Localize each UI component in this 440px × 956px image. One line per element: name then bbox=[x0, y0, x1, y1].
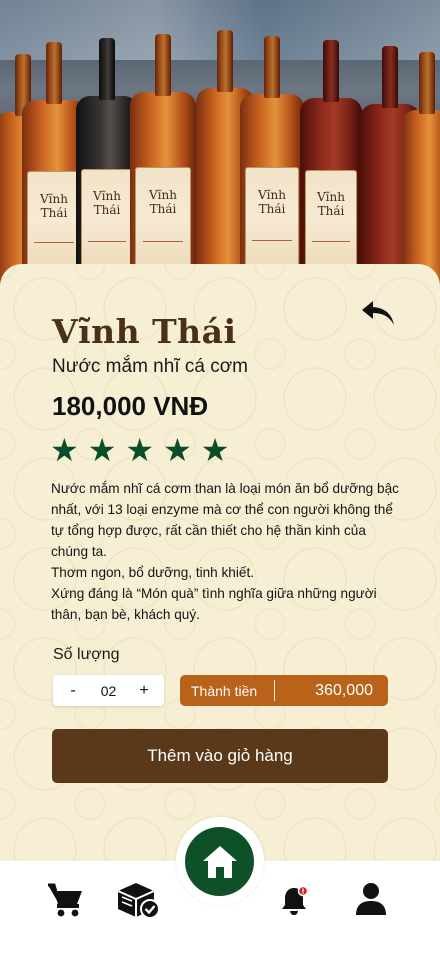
star-icon: ★ bbox=[125, 431, 155, 469]
home-icon bbox=[202, 845, 237, 878]
description-paragraph: Thơm ngon, bổ dưỡng, tinh khiết. bbox=[51, 565, 255, 580]
total-value: 360,000 bbox=[315, 681, 373, 699]
reply-arrow-icon bbox=[362, 301, 394, 325]
total-label: Thành tiền bbox=[191, 682, 258, 699]
star-icon: ★ bbox=[163, 431, 192, 469]
product-name: Nước mắm nhĩ cá cơm bbox=[52, 356, 249, 377]
quantity-stepper: - 02 + bbox=[53, 675, 164, 706]
star-icon: ★ bbox=[50, 431, 79, 469]
product-hero-image: Vĩnh Thái Vĩnh Thái Vĩnh Thái Vĩnh Thái … bbox=[0, 0, 440, 300]
brand-name: Vĩnh Thái bbox=[52, 312, 237, 351]
total-box: Thành tiền 360,000 bbox=[180, 675, 388, 706]
cart-icon[interactable] bbox=[47, 882, 85, 922]
description-paragraph: Nước mắm nhĩ cá cơm than là loại món ăn … bbox=[51, 481, 399, 559]
product-price: 180,000 VNĐ bbox=[52, 391, 209, 421]
rating-stars: ★ ★ ★ ★ ★ bbox=[50, 434, 229, 466]
notification-icon[interactable] bbox=[281, 884, 309, 920]
product-description: Nước mắm nhĩ cá cơm than là loại món ăn … bbox=[51, 478, 401, 625]
increment-button[interactable]: + bbox=[137, 682, 151, 700]
description-paragraph: Xứng đáng là “Món quà” tình nghĩa giữa n… bbox=[51, 586, 377, 622]
home-button[interactable] bbox=[185, 827, 254, 896]
orders-icon[interactable] bbox=[116, 881, 160, 923]
quantity-value[interactable]: 02 bbox=[101, 683, 117, 699]
back-button[interactable] bbox=[360, 298, 396, 328]
profile-icon[interactable] bbox=[355, 882, 387, 920]
add-to-cart-button[interactable]: Thêm vào giỏ hàng bbox=[52, 729, 388, 783]
decrement-button[interactable]: - bbox=[66, 682, 80, 700]
divider bbox=[274, 680, 275, 701]
quantity-label: Số lượng bbox=[53, 646, 120, 663]
star-icon: ★ bbox=[87, 431, 117, 469]
star-icon: ★ bbox=[200, 431, 230, 469]
